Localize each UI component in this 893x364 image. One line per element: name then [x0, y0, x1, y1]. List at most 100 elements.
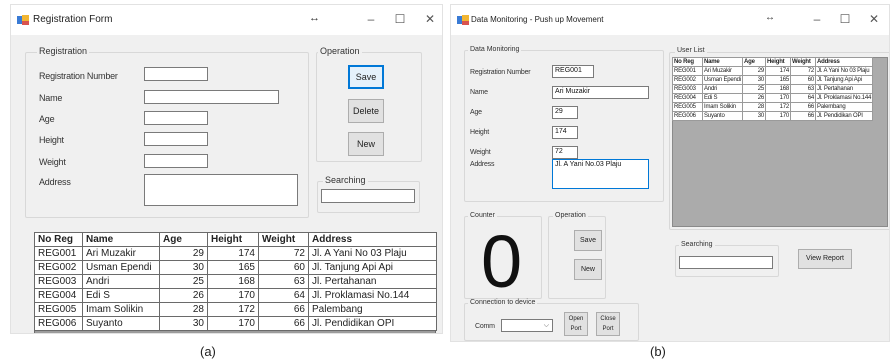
address-input[interactable]: [144, 174, 298, 206]
window-title: Registration Form: [33, 14, 113, 25]
cell: REG001: [34, 246, 83, 261]
col-header-weight[interactable]: Weight: [258, 232, 309, 247]
search-input[interactable]: [321, 189, 415, 203]
cell: Jl. A Yani No 03 Plaju: [308, 246, 437, 261]
cell: Ari Muzakir: [82, 246, 160, 261]
height-label: Height: [470, 129, 490, 136]
cell: Andri: [702, 84, 743, 94]
table-row[interactable]: REG006 Suyanto 30 170 66 Jl. Pendidikan OPI: [34, 316, 437, 331]
col-header-address[interactable]: Address: [814, 57, 874, 67]
resize-arrows-icon[interactable]: ↔: [309, 12, 320, 24]
cell: REG002: [672, 75, 703, 85]
age-input[interactable]: 29: [552, 106, 578, 119]
col-header-weight[interactable]: Weight: [790, 57, 816, 67]
cell: 165: [765, 75, 791, 85]
col-header-name[interactable]: Name: [702, 57, 743, 67]
caption-b: (b): [650, 344, 666, 359]
minimize-button[interactable]: –: [362, 12, 380, 26]
table-row[interactable]: REG002 Usman Ependi 30 165 60 Jl. Tanjung Api…: [672, 75, 874, 85]
maximize-button[interactable]: ☐: [391, 12, 409, 26]
cell: 60: [790, 75, 816, 85]
cell: REG003: [34, 274, 83, 289]
name-input[interactable]: Ari Muzakir: [552, 86, 649, 99]
new-button[interactable]: New: [574, 259, 602, 280]
new-button[interactable]: New: [348, 132, 384, 156]
cell: Jl. Pertahanan: [814, 84, 874, 94]
table-row[interactable]: REG003 Andri 25 168 63 Jl. Pertahanan: [34, 274, 437, 289]
table-row[interactable]: REG003 Andri 25 168 63 Jl. Pertahanan: [672, 84, 874, 94]
cell: 64: [258, 288, 309, 303]
weight-input[interactable]: [144, 154, 208, 168]
caption-a: (a): [200, 344, 216, 359]
open-port-button[interactable]: Open Port: [564, 312, 588, 336]
registration-table[interactable]: No Reg Name Age Height Weight Address RE…: [34, 232, 437, 331]
col-header-age[interactable]: Age: [159, 232, 208, 247]
reg-number-input[interactable]: REG001: [552, 65, 594, 78]
cell: Jl. Tanjung Api Api: [814, 75, 874, 85]
col-header-age[interactable]: Age: [742, 57, 766, 67]
data-monitoring-group-label: Data Monitoring: [468, 46, 522, 53]
table-row[interactable]: REG004 Edi S 26 170 64 Jl. Proklamasi No.144: [672, 93, 874, 103]
close-button[interactable]: ✕: [865, 12, 883, 26]
weight-input[interactable]: 72: [552, 146, 578, 159]
col-header-no-reg[interactable]: No Reg: [34, 232, 83, 247]
address-label: Address: [39, 177, 71, 187]
maximize-button[interactable]: ☐: [836, 12, 854, 26]
user-list-table[interactable]: No Reg Name Age Height Weight Address RE…: [672, 57, 874, 121]
resize-arrows-icon[interactable]: ↔: [765, 12, 775, 23]
col-header-height[interactable]: Height: [765, 57, 791, 67]
chevron-down-icon: ⌵: [543, 322, 549, 329]
table-row[interactable]: REG005 Imam Solikin 28 172 66 Palembang: [672, 102, 874, 112]
app-icon: [457, 15, 469, 25]
weight-label: Weight: [39, 157, 66, 167]
age-input[interactable]: [144, 111, 208, 125]
cell: 60: [258, 260, 309, 275]
address-input[interactable]: Jl. A Yani No.03 Plaju: [552, 159, 649, 189]
push-up-counter: 0: [481, 220, 523, 303]
delete-button[interactable]: Delete: [348, 99, 384, 123]
searching-group-label: Searching: [679, 241, 715, 248]
name-input[interactable]: [144, 90, 279, 104]
address-label: Address: [470, 161, 495, 168]
counter-group-label: Counter: [468, 212, 497, 219]
cell: REG003: [672, 84, 703, 94]
save-button[interactable]: Save: [574, 230, 602, 251]
cell: 30: [742, 111, 766, 121]
cell: Edi S: [702, 93, 743, 103]
table-row[interactable]: REG006 Suyanto 30 170 66 Jl. Pendidikan OPI: [672, 111, 874, 121]
comm-port-select[interactable]: ⌵: [501, 319, 553, 332]
minimize-button[interactable]: –: [808, 12, 826, 26]
table-row[interactable]: REG004 Edi S 26 170 64 Jl. Proklamasi No.144: [34, 288, 437, 303]
cell: 174: [207, 246, 259, 261]
table-row[interactable]: REG001 Ari Muzakir 29 174 72 Jl. A Yani No 03…: [672, 66, 874, 76]
table-row[interactable]: REG001 Ari Muzakir 29 174 72 Jl. A Yani No 03…: [34, 246, 437, 261]
close-port-button[interactable]: Close Port: [596, 312, 620, 336]
col-header-name[interactable]: Name: [82, 232, 160, 247]
operation-group-label: Operation: [553, 212, 588, 219]
cell: 165: [207, 260, 259, 275]
cell: 63: [258, 274, 309, 289]
col-header-address[interactable]: Address: [308, 232, 437, 247]
table-row[interactable]: REG005 Imam Solikin 28 172 66 Palembang: [34, 302, 437, 317]
cell: REG001: [672, 66, 703, 76]
operation-group: [548, 216, 606, 299]
height-input[interactable]: 174: [552, 126, 578, 139]
cell: Jl. A Yani No 03 Plaju: [814, 66, 874, 76]
col-header-no-reg[interactable]: No Reg: [672, 57, 703, 67]
cell: REG005: [34, 302, 83, 317]
cell: 63: [790, 84, 816, 94]
view-report-button[interactable]: View Report: [798, 249, 852, 269]
search-input[interactable]: [679, 256, 773, 269]
height-input[interactable]: [144, 132, 208, 146]
cell: Edi S: [82, 288, 160, 303]
close-button[interactable]: ✕: [421, 12, 439, 26]
reg-number-input[interactable]: [144, 67, 208, 81]
name-label: Name: [39, 93, 63, 103]
registration-form-window: Registration Form ↔ – ☐ ✕ Registration R…: [10, 4, 443, 334]
col-header-height[interactable]: Height: [207, 232, 259, 247]
cell: 26: [742, 93, 766, 103]
cell: 30: [159, 260, 208, 275]
cell: 30: [159, 316, 208, 331]
table-row[interactable]: REG002 Usman Ependi 30 165 60 Jl. Tanjung Api…: [34, 260, 437, 275]
save-button[interactable]: Save: [348, 65, 384, 89]
